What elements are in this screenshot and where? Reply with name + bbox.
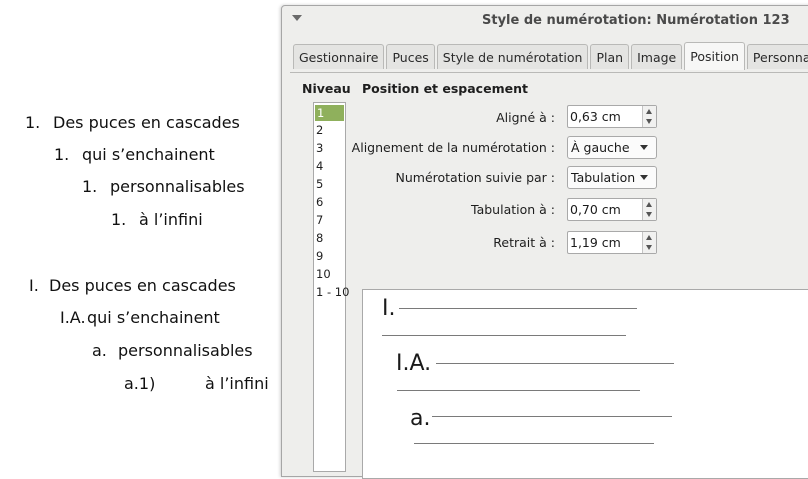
list-text: Des puces en cascades xyxy=(49,276,236,295)
tab-stop-value[interactable]: 0,70 cm xyxy=(570,202,621,217)
numbering-preview: I. I.A. a. xyxy=(362,289,808,479)
tab-stop-label: Tabulation à : xyxy=(471,202,555,217)
aligned-at-spinbox[interactable]: 0,63 cm xyxy=(567,105,657,128)
list-text: à l’infini xyxy=(205,374,269,393)
numbering-alignment-value: À gauche xyxy=(571,140,630,155)
increment-icon[interactable] xyxy=(646,109,652,114)
level-item-1[interactable]: 1 xyxy=(315,105,344,121)
spin-buttons[interactable] xyxy=(642,106,656,127)
aligned-at-label: Aligné à : xyxy=(496,110,555,125)
section-title: Position et espacement xyxy=(362,81,528,96)
spin-buttons[interactable] xyxy=(642,199,656,220)
list-number: 1. xyxy=(54,145,70,164)
level-item-8[interactable]: 8 xyxy=(314,229,345,247)
level-item-5[interactable]: 5 xyxy=(314,175,345,193)
aligned-at-value[interactable]: 0,63 cm xyxy=(570,109,621,124)
numbering-alignment-select[interactable]: À gauche xyxy=(567,136,657,159)
level-item-2[interactable]: 2 xyxy=(314,121,345,139)
dialog-titlebar[interactable]: Style de numérotation: Numérotation 123 xyxy=(282,6,808,36)
preview-line xyxy=(432,416,672,417)
list-number: a. xyxy=(92,341,107,360)
preview-label: I.A. xyxy=(396,351,432,376)
tab-personnaliser[interactable]: Personnaliser xyxy=(746,44,808,69)
list-text: qui s’enchainent xyxy=(87,308,220,327)
tab-divider xyxy=(290,72,808,73)
list-number: I.A. xyxy=(60,308,86,327)
level-list[interactable]: 1 2 3 4 5 6 7 8 9 10 1 - 10 xyxy=(313,102,349,472)
tab-bar: Gestionnaire Puces Style de numérotation… xyxy=(293,42,808,71)
tab-stop-spinbox[interactable]: 0,70 cm xyxy=(567,198,657,221)
decrement-icon[interactable] xyxy=(646,245,652,250)
preview-line xyxy=(397,390,640,391)
preview-line xyxy=(414,443,654,444)
level-item-9[interactable]: 9 xyxy=(314,247,345,265)
indent-at-value[interactable]: 1,19 cm xyxy=(570,235,621,250)
numbering-followed-by-value: Tabulation xyxy=(571,170,636,185)
tab-numbering-style[interactable]: Style de numérotation xyxy=(436,44,589,69)
increment-icon[interactable] xyxy=(646,202,652,207)
list-number: 1. xyxy=(25,113,41,132)
preview-line xyxy=(436,363,674,364)
preview-label: a. xyxy=(410,406,431,431)
window-menu-icon[interactable] xyxy=(292,15,302,21)
list-text: à l’infini xyxy=(139,210,203,229)
list-number: a.1) xyxy=(124,374,156,393)
level-item-3[interactable]: 3 xyxy=(314,139,345,157)
decrement-icon[interactable] xyxy=(646,119,652,124)
level-item-10[interactable]: 10 xyxy=(314,265,345,283)
decrement-icon[interactable] xyxy=(646,212,652,217)
list-text: personnalisables xyxy=(118,341,253,360)
chevron-down-icon xyxy=(640,175,648,180)
numbering-followed-by-select[interactable]: Tabulation xyxy=(567,166,657,189)
preview-line xyxy=(382,335,626,336)
preview-label: I. xyxy=(382,296,396,321)
tab-image[interactable]: Image xyxy=(631,44,683,69)
list-text: personnalisables xyxy=(110,177,245,196)
tab-plan[interactable]: Plan xyxy=(590,44,630,69)
level-item-7[interactable]: 7 xyxy=(314,211,345,229)
numbering-style-dialog: Style de numérotation: Numérotation 123 … xyxy=(281,5,808,479)
list-number: 1. xyxy=(111,210,127,229)
preview-line xyxy=(399,308,637,309)
dialog-title: Style de numérotation: Numérotation 123 xyxy=(482,13,790,28)
numbering-followed-by-label: Numérotation suivie par : xyxy=(395,170,556,185)
indent-at-label: Retrait à : xyxy=(493,235,555,250)
tab-gestionnaire[interactable]: Gestionnaire xyxy=(293,44,385,69)
tab-position[interactable]: Position xyxy=(684,42,745,70)
level-label: Niveau xyxy=(302,81,351,96)
list-number: 1. xyxy=(82,177,98,196)
level-item-6[interactable]: 6 xyxy=(314,193,345,211)
level-item-all[interactable]: 1 - 10 xyxy=(314,283,349,301)
list-text: Des puces en cascades xyxy=(53,113,240,132)
increment-icon[interactable] xyxy=(646,235,652,240)
list-text: qui s’enchainent xyxy=(82,145,215,164)
spin-buttons[interactable] xyxy=(642,232,656,253)
indent-at-spinbox[interactable]: 1,19 cm xyxy=(567,231,657,254)
list-number: I. xyxy=(29,276,39,295)
level-item-4[interactable]: 4 xyxy=(314,157,345,175)
numbering-alignment-label: Alignement de la numérotation : xyxy=(351,140,555,155)
chevron-down-icon xyxy=(640,145,648,150)
tab-puces[interactable]: Puces xyxy=(386,44,435,69)
